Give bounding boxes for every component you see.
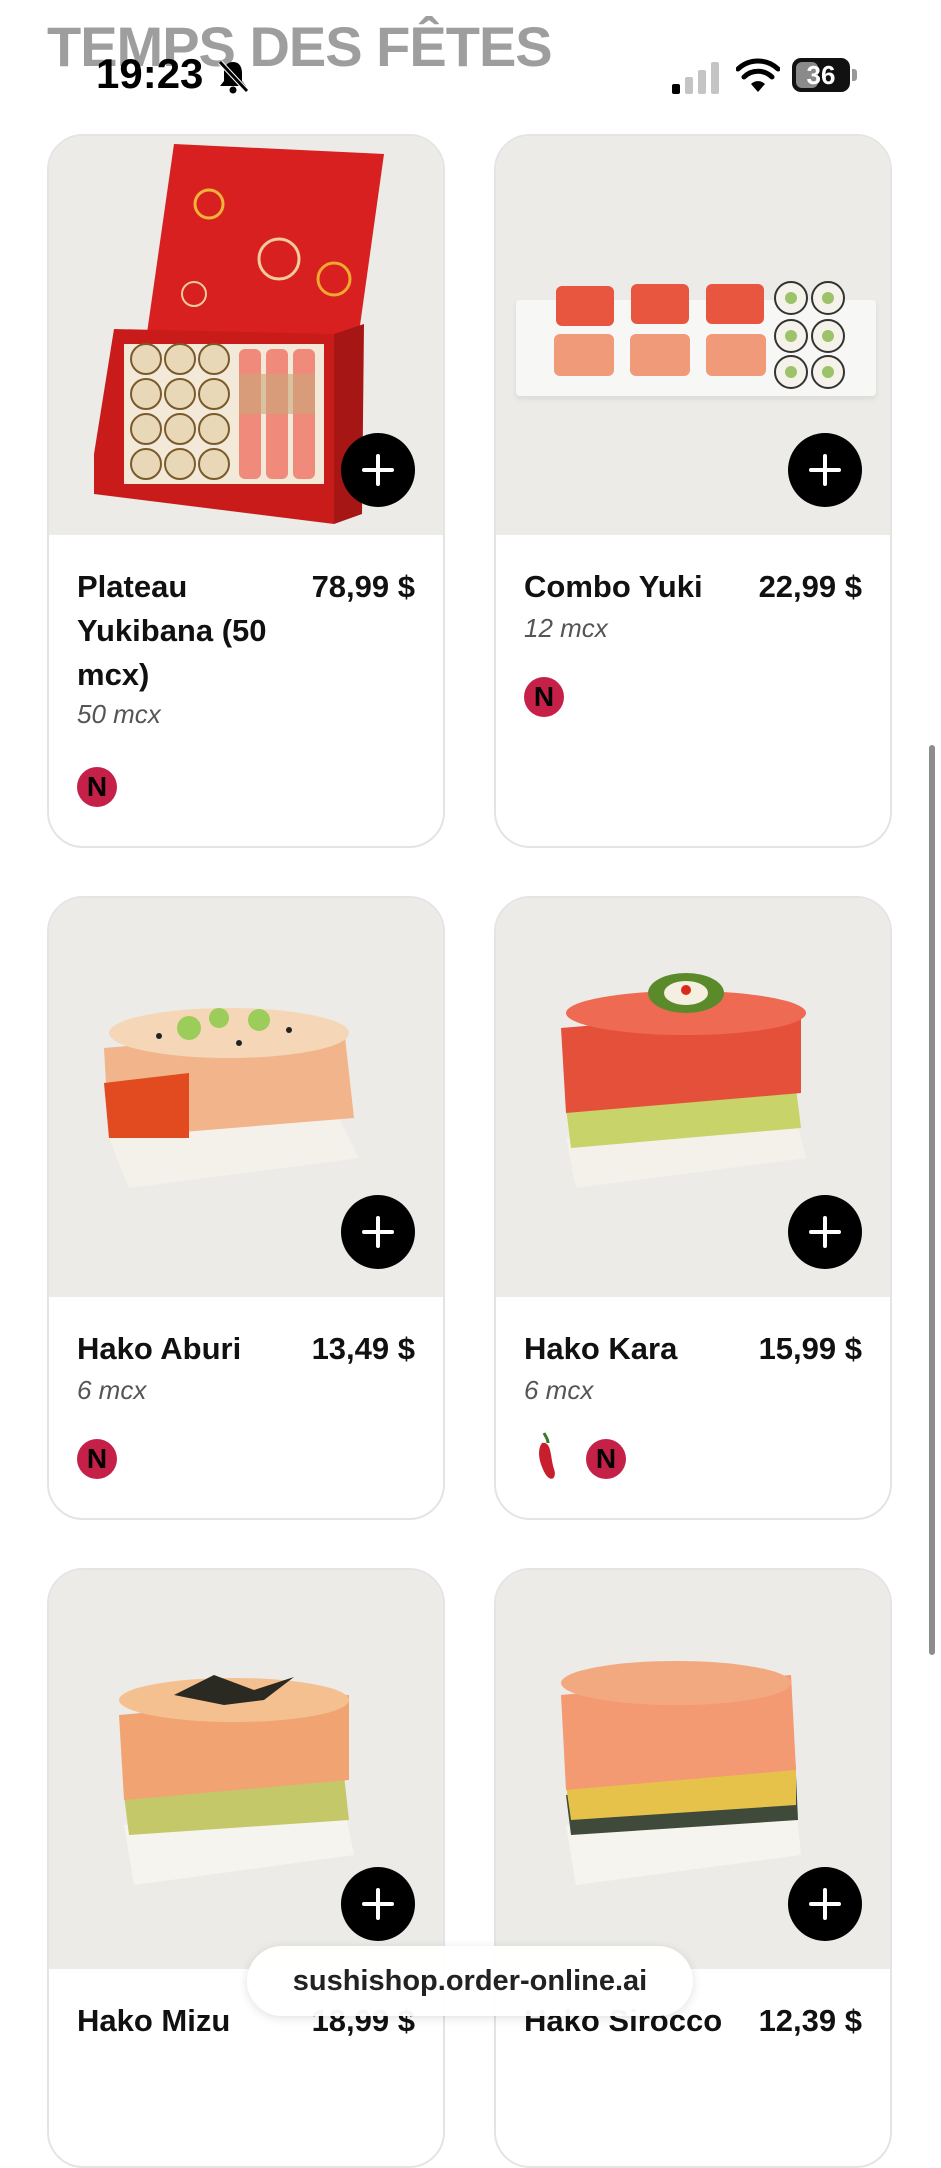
add-to-cart-button[interactable] (341, 1195, 415, 1269)
add-to-cart-button[interactable] (788, 1195, 862, 1269)
n-badge-icon: N (77, 1439, 117, 1479)
product-name: Hako Aburi (77, 1331, 242, 1366)
product-image[interactable] (496, 1570, 890, 1969)
product-image[interactable] (49, 898, 443, 1297)
product-image[interactable] (49, 136, 443, 535)
bell-slash-icon (218, 60, 249, 94)
product-photo-hako-sirocco (561, 1661, 801, 1885)
product-card[interactable]: Hako Aburi 13,49 $ 6 mcx N (47, 896, 445, 1520)
product-name: Hako Mizu (77, 2003, 231, 2038)
plus-icon (362, 1216, 394, 1248)
product-photo-hako-mizu (119, 1675, 354, 1885)
plus-icon (809, 1216, 841, 1248)
product-quantity: 6 mcx (77, 1375, 147, 1405)
plus-icon (362, 1888, 394, 1920)
product-card[interactable]: Combo Yuki 22,99 $ 12 mcx N (494, 134, 892, 848)
n-badge-icon: N (77, 767, 117, 807)
product-price: 15,99 $ (758, 1331, 862, 1366)
wifi-icon (736, 58, 780, 92)
product-photo-sushi (554, 281, 845, 389)
plus-icon (362, 454, 394, 486)
product-name: Plateau Yukibana (50 mcx) (77, 569, 267, 692)
product-image[interactable] (496, 898, 890, 1297)
product-card[interactable]: Plateau Yukibana (50 mcx) 78,99 $ 50 mcx… (47, 134, 445, 848)
product-quantity: 6 mcx (524, 1375, 594, 1405)
product-name: Hako Kara (524, 1331, 678, 1366)
add-to-cart-button[interactable] (788, 1867, 862, 1941)
product-price: 13,49 $ (311, 1331, 415, 1366)
status-bar: TEMPS DES FÊTES 19:23 36 (0, 0, 941, 120)
n-badge-icon: N (586, 1439, 626, 1479)
plus-icon (809, 1888, 841, 1920)
product-card[interactable]: Hako Kara 15,99 $ 6 mcx N (494, 896, 892, 1520)
scrollbar[interactable] (929, 745, 935, 1655)
product-price: 12,39 $ (758, 2003, 862, 2038)
product-image[interactable] (49, 1570, 443, 1969)
n-badge-icon: N (524, 677, 564, 717)
product-price: 22,99 $ (758, 569, 862, 604)
add-to-cart-button[interactable] (788, 433, 862, 507)
battery-icon: 36 (792, 58, 858, 94)
product-quantity: 50 mcx (77, 699, 161, 729)
product-quantity: 12 mcx (524, 613, 608, 643)
url-bar[interactable]: sushishop.order-online.ai (247, 1946, 693, 2016)
battery-percentage: 36 (806, 60, 836, 90)
clock: 19:23 (96, 50, 204, 97)
product-photo-hako-aburi (104, 1008, 359, 1188)
product-card[interactable]: Hako Mizu 18,99 $ (47, 1568, 445, 2168)
add-to-cart-button[interactable] (341, 433, 415, 507)
product-photo-hako-kara (561, 973, 806, 1188)
product-name: Combo Yuki (524, 569, 703, 604)
chili-icon (539, 1432, 555, 1479)
product-image[interactable] (496, 136, 890, 535)
cellular-signal-icon (672, 62, 719, 94)
product-card[interactable]: Hako Sirocco 12,39 $ (494, 1568, 892, 2168)
product-price: 78,99 $ (311, 569, 415, 604)
plus-icon (809, 454, 841, 486)
add-to-cart-button[interactable] (341, 1867, 415, 1941)
